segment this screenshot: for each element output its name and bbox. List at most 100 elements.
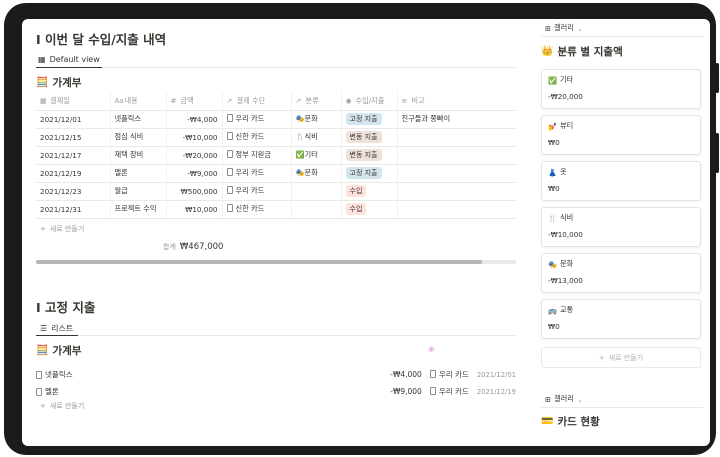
type-cell[interactable]: 수입 (341, 182, 398, 201)
sum-cell[interactable]: 합계 ₩467,000 (163, 242, 223, 252)
type-cell[interactable]: 고정 지출 (341, 110, 398, 129)
note-cell[interactable] (397, 182, 517, 201)
category-cell[interactable]: 🍴식비 (291, 128, 342, 147)
amount-cell[interactable]: -₩4,000 (166, 110, 223, 129)
category-cell[interactable]: 🎭문화 (291, 164, 342, 183)
abacus-icon: 🧮 (36, 77, 49, 88)
date-cell[interactable]: 2021/12/01 (36, 110, 111, 129)
amount-cell[interactable]: ₩500,000 (166, 182, 223, 201)
list-item[interactable]: 넷플릭스 -₩4,000 우리 카드 2021/12/01 (36, 366, 516, 383)
date-cell[interactable]: 2021/12/19 (36, 164, 111, 183)
page-icon (429, 370, 436, 378)
tab-default-view[interactable]: ▦ Default view (38, 55, 100, 64)
method-cell[interactable]: 정부 지원금 (222, 146, 292, 165)
table-row[interactable]: 2021/12/17 재택 장비 -₩20,000 정부 지원금 ✅기타 변동 지출 (36, 146, 517, 165)
type-cell[interactable]: 고정 지출 (341, 164, 398, 183)
gallery-view-toggle-2[interactable]: ⊞ 갤러리 ⌄ (545, 394, 583, 404)
category-card[interactable]: ✅ 기타 -₩20,000 (541, 69, 701, 109)
item-cell[interactable]: 넷플릭스 (110, 110, 167, 129)
item-cell[interactable]: 점심 식비 (110, 128, 167, 147)
date-cell[interactable]: 2021/12/15 (36, 128, 111, 147)
card-name: 🚌 교통 (548, 305, 574, 315)
column-header[interactable]: ◉ 수입/지출 (341, 92, 398, 111)
amount-cell[interactable]: -₩10,000 (166, 128, 223, 147)
date-cell[interactable]: 2021/12/31 (36, 200, 111, 219)
category-spend-title[interactable]: 👑 분류 별 지출액 (541, 44, 623, 59)
column-header[interactable]: # 금액 (166, 92, 223, 111)
page-icon (226, 132, 233, 140)
list-item-title: 멜론 (45, 387, 59, 396)
method-cell[interactable]: 신한 카드 (222, 200, 292, 219)
method-cell[interactable]: 우리 카드 (222, 110, 292, 129)
section-title-fixed: I 고정 지출 (36, 300, 96, 315)
sidebar-column: ⊞ 갤러리 ⌄ 👑 분류 별 지출액 ✅ 기타 -₩20,000 💅 뷰티 ₩0 👗 옷 ₩0 🍴… (534, 19, 710, 446)
method-cell[interactable]: 우리 카드 (222, 182, 292, 201)
list-item[interactable]: 멜론 -₩9,000 우리 카드 2021/12/19 (36, 383, 516, 400)
column-header[interactable]: Aa내용 (110, 92, 167, 111)
amount-cell[interactable]: -₩20,000 (166, 146, 223, 165)
type-cell[interactable]: 변동 지출 (341, 146, 398, 165)
card-value: -₩13,000 (548, 276, 583, 285)
type-cell[interactable]: 변동 지출 (341, 128, 398, 147)
category-icon: ✅ (548, 75, 557, 85)
note-cell[interactable] (397, 200, 517, 219)
column-header[interactable]: ≡ 비고 (397, 92, 517, 111)
new-list-item-button[interactable]: + 새로 만들기 (40, 401, 84, 411)
amount-cell[interactable]: -₩9,000 (166, 164, 223, 183)
table-icon: ▦ (38, 55, 46, 64)
card-status-title[interactable]: 💳 카드 현황 (541, 414, 600, 429)
category-cell[interactable]: 🎭문화 (291, 110, 342, 129)
category-cell[interactable] (291, 200, 342, 219)
card-value: ₩0 (548, 184, 560, 193)
table-row[interactable]: 2021/12/15 점심 식비 -₩10,000 신한 카드 🍴식비 변동 지출 (36, 128, 517, 147)
list-icon: ☰ (40, 324, 48, 333)
table-row[interactable]: 2021/12/31 프로젝트 수익 ₩10,000 신한 카드 수입 (36, 200, 517, 219)
page-icon (226, 186, 233, 194)
item-cell[interactable]: 멜론 (110, 164, 167, 183)
method-cell[interactable]: 우리 카드 (222, 164, 292, 183)
note-cell[interactable] (397, 164, 517, 183)
amount-cell[interactable]: ₩10,000 (166, 200, 223, 219)
date-cell[interactable]: 2021/12/23 (36, 182, 111, 201)
category-card[interactable]: 💅 뷰티 ₩0 (541, 115, 701, 155)
database-title[interactable]: 🧮 가계부 (36, 75, 81, 90)
column-header[interactable]: ↗ 분류 (291, 92, 342, 111)
new-card-button[interactable]: + 새로 만들기 (541, 347, 701, 368)
note-cell[interactable]: 친구들과 쫑빠이 (397, 110, 517, 129)
type-cell[interactable]: 수입 (341, 200, 398, 219)
table-row[interactable]: 2021/12/01 넷플릭스 -₩4,000 우리 카드 🎭문화 고정 지출 친구들과 쫑… (36, 110, 517, 129)
device-frame: I 이번 달 수입/지출 내역 ▦ Default view 🧮 가계부 ▦ 결제… (4, 3, 719, 455)
category-card[interactable]: 🚌 교통 ₩0 (541, 299, 701, 339)
category-card[interactable]: 🍴 식비 -₩10,000 (541, 207, 701, 247)
gallery-view-toggle[interactable]: ⊞ 갤러리 ⌄ (545, 23, 583, 33)
new-row-button[interactable]: + 새로 만들기 (40, 224, 84, 234)
table-row[interactable]: 2021/12/19 멜론 -₩9,000 우리 카드 🎭문화 고정 지출 (36, 164, 517, 183)
card-name: 👗 옷 (548, 167, 567, 177)
scrollbar-thumb[interactable] (36, 260, 483, 264)
date-cell[interactable]: 2021/12/17 (36, 146, 111, 165)
note-cell[interactable] (397, 128, 517, 147)
category-cell[interactable]: ✅기타 (291, 146, 342, 165)
item-cell[interactable]: 월급 (110, 182, 167, 201)
item-cell[interactable]: 프로젝트 수익 (110, 200, 167, 219)
card-name: 💅 뷰티 (548, 121, 574, 131)
sum-value: ₩467,000 (179, 242, 224, 252)
category-card[interactable]: 👗 옷 ₩0 (541, 161, 701, 201)
database-title-2[interactable]: 🧮 가계부 (36, 343, 81, 358)
horizontal-scrollbar[interactable] (36, 260, 516, 264)
table-row[interactable]: 2021/12/23 월급 ₩500,000 우리 카드 수입 (36, 182, 517, 201)
category-cell[interactable] (291, 182, 342, 201)
list-item-amount: -₩9,000 (390, 387, 422, 396)
item-cell[interactable]: 재택 장비 (110, 146, 167, 165)
category-icon: 🎭 (548, 259, 557, 269)
tab-divider (36, 67, 516, 68)
list-item-method: 우리 카드 (429, 386, 469, 397)
note-cell[interactable] (397, 146, 517, 165)
column-header[interactable]: ▦ 결제일 (36, 92, 111, 111)
category-card[interactable]: 🎭 문화 -₩13,000 (541, 253, 701, 293)
tab-list-view[interactable]: ☰ 리스트 (40, 323, 73, 334)
method-cell[interactable]: 신한 카드 (222, 128, 292, 147)
plus-icon: + (40, 225, 46, 233)
relation-icon: ↗ (295, 96, 302, 105)
column-header[interactable]: ↗ 결제 수단 (222, 92, 292, 111)
